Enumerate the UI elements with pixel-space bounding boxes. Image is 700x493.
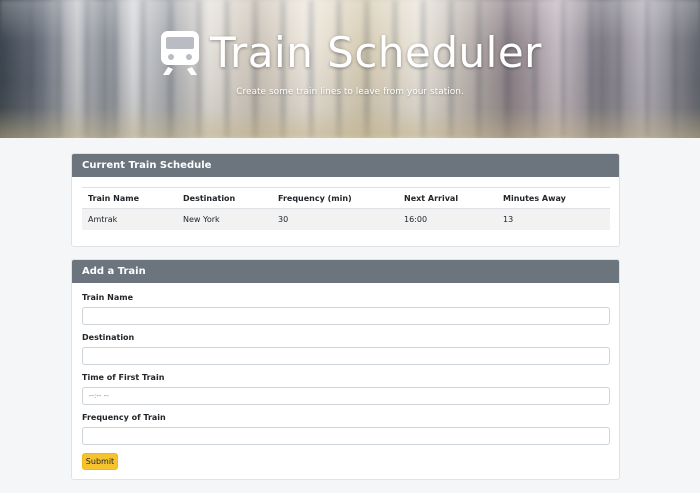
- hero-banner: Train Scheduler Create some train lines …: [0, 0, 700, 138]
- destination-label: Destination: [82, 333, 135, 342]
- column-header-train-name: Train Name: [82, 187, 177, 209]
- first-train-time-label: Time of First Train: [82, 373, 165, 382]
- frequency-label: Frequency of Train: [82, 413, 166, 422]
- add-train-card: Add a Train Train Name Destination Time …: [71, 259, 620, 480]
- train-name-label: Train Name: [82, 293, 133, 302]
- page-subtitle: Create some train lines to leave from yo…: [236, 87, 464, 97]
- add-train-card-header: Add a Train: [72, 260, 619, 283]
- cell-destination: New York: [177, 208, 272, 230]
- column-header-frequency: Frequency (min): [272, 187, 398, 209]
- cell-frequency: 30: [272, 208, 398, 230]
- submit-button[interactable]: Submit: [82, 453, 118, 470]
- table-row: Amtrak New York 30 16:00 13: [82, 208, 610, 230]
- schedule-table: Train Name Destination Frequency (min) N…: [82, 187, 610, 230]
- column-header-destination: Destination: [177, 187, 272, 209]
- page-title: Train Scheduler: [210, 28, 542, 77]
- cell-next-arrival: 16:00: [398, 208, 497, 230]
- table-header-row: Train Name Destination Frequency (min) N…: [82, 187, 610, 209]
- train-icon: [161, 30, 200, 75]
- train-name-input[interactable]: [82, 307, 610, 325]
- destination-input[interactable]: [82, 347, 610, 365]
- schedule-card-header: Current Train Schedule: [72, 154, 619, 177]
- column-header-minutes-away: Minutes Away: [497, 187, 610, 209]
- cell-minutes-away: 13: [497, 208, 610, 230]
- schedule-card: Current Train Schedule Train Name Destin…: [71, 153, 620, 247]
- column-header-next-arrival: Next Arrival: [398, 187, 497, 209]
- cell-train-name: Amtrak: [82, 208, 177, 230]
- first-train-time-input[interactable]: [82, 387, 610, 405]
- hero-title-group: Train Scheduler: [0, 28, 700, 77]
- frequency-input[interactable]: [82, 427, 610, 445]
